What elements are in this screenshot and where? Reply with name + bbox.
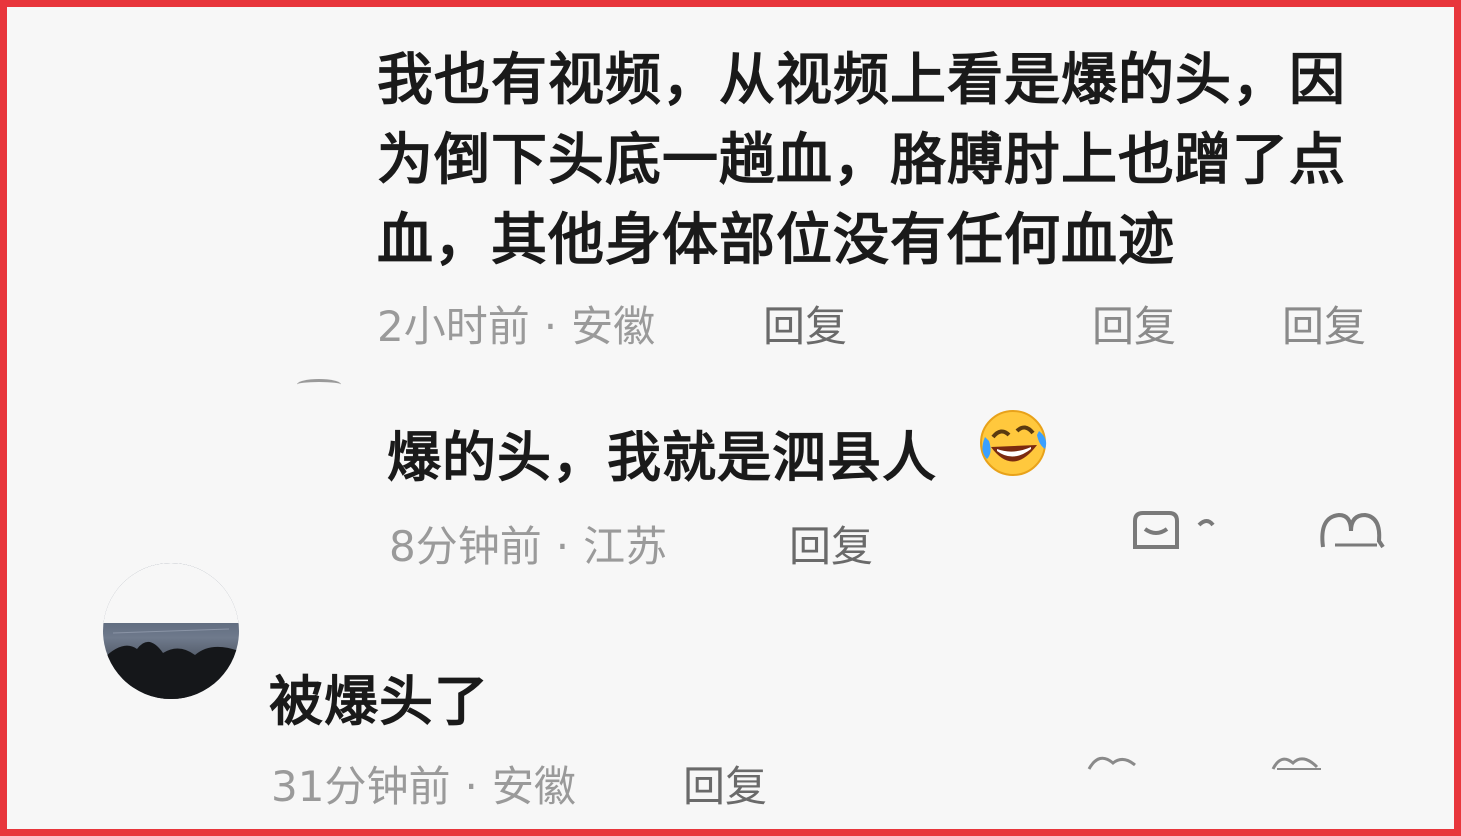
comment-1-line-1: 我也有视频，从视频上看是爆的头，因 [377, 48, 1346, 113]
comment-1-line-3: 血，其他身体部位没有任何血迹 [377, 208, 1175, 273]
screenshot-frame: 我也有视频，从视频上看是爆的头，因 为倒下头底一趟血，胳膊肘上也蹭了点 血，其他… [0, 0, 1461, 836]
meta-separator: · [555, 522, 570, 571]
comment-3-meta: 31分钟前 · 安徽 [271, 753, 576, 814]
rofl-emoji-icon [975, 407, 1051, 477]
comment-1-line-2: 为倒下头底一趟血，胳膊肘上也蹭了点 [377, 128, 1346, 193]
comment-2-meta: 8分钟前 · 江苏 [389, 513, 667, 574]
comment-2-like-icon[interactable] [1317, 507, 1387, 557]
comment-2-location: 江苏 [583, 522, 668, 571]
comment-3-location: 安徽 [491, 762, 576, 811]
comment-1-action-2[interactable]: 回复 [1282, 293, 1366, 354]
comment-1-reply-button[interactable]: 回复 [763, 293, 847, 354]
avatar-edge [297, 379, 341, 390]
comment-1-meta: 2小时前 · 安徽 [377, 293, 655, 354]
comment-1-action-1[interactable]: 回复 [1092, 293, 1176, 354]
comment-3-reply-count-icon[interactable] [1085, 749, 1165, 773]
user-avatar[interactable] [103, 563, 239, 699]
meta-separator: · [464, 762, 478, 811]
comment-1-time: 2小时前 [377, 302, 530, 351]
comment-3-time: 31分钟前 [271, 762, 451, 811]
comment-3-like-icon[interactable] [1269, 749, 1329, 773]
comment-3-text: 被爆头了 [269, 670, 489, 733]
comment-3-reply-button[interactable]: 回复 [683, 753, 767, 814]
comment-2-time: 8分钟前 [389, 522, 542, 571]
meta-separator: · [543, 302, 558, 351]
comment-2-reply-button[interactable]: 回复 [789, 513, 873, 574]
comment-2-text: 爆的头，我就是泗县人 [387, 426, 937, 489]
comment-1-location: 安徽 [571, 302, 656, 351]
comment-2-reply-count-icon[interactable] [1129, 507, 1229, 557]
